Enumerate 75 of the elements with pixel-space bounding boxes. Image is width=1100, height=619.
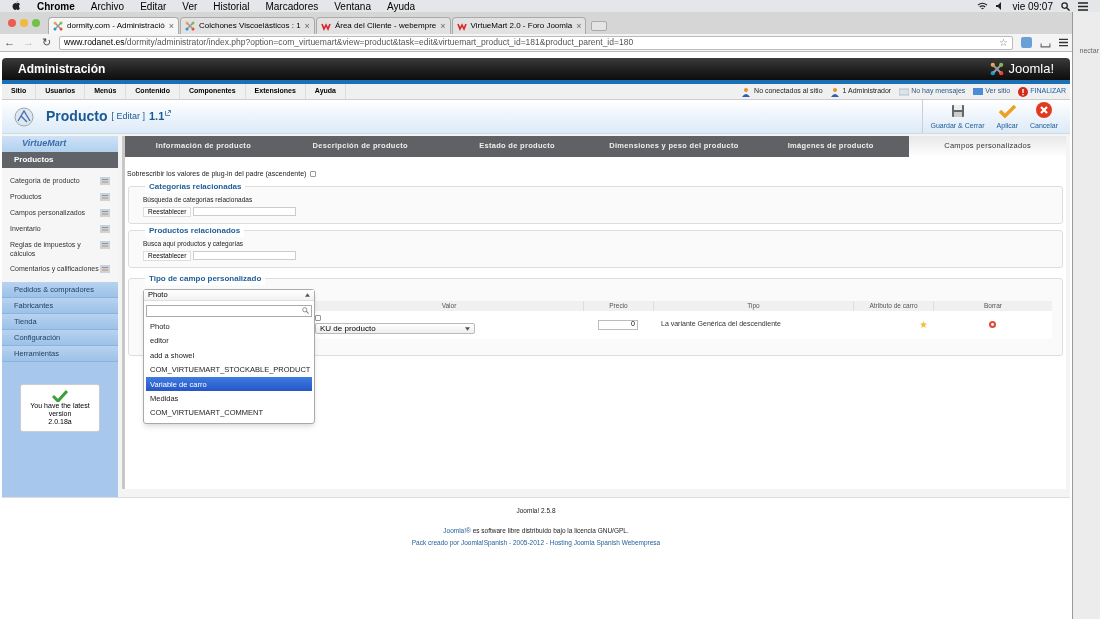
zoom-window-icon[interactable]	[32, 19, 40, 27]
menu-item[interactable]: Marcadores	[265, 0, 319, 14]
checkmark-icon	[998, 103, 1017, 118]
menu-icon[interactable]	[1059, 38, 1068, 47]
close-icon[interactable]: ×	[168, 21, 174, 31]
search-icon	[302, 307, 309, 314]
browser-tab[interactable]: Colchones Viscoelásticos : 1 ×	[179, 17, 315, 34]
product-version: 1.1	[148, 109, 165, 125]
close-icon[interactable]: ×	[576, 21, 582, 31]
menu-item[interactable]: Ventana	[334, 0, 371, 14]
delete-icon[interactable]	[989, 321, 996, 328]
app-menu[interactable]: Chrome	[37, 0, 75, 14]
search-icon[interactable]	[1061, 1, 1070, 11]
browser-tab[interactable]: VirtueMart 2.0 - Foro Joomla ×	[451, 17, 587, 34]
apple-icon	[12, 1, 21, 11]
menu-item[interactable]: Ayuda	[386, 0, 416, 14]
external-link-icon[interactable]	[165, 109, 172, 116]
joomla-logo-icon	[53, 21, 63, 31]
w-logo-icon	[456, 21, 467, 31]
list-icon	[100, 224, 110, 234]
screen-icon	[973, 86, 984, 97]
close-icon[interactable]: ×	[304, 21, 310, 31]
users-icon	[830, 86, 841, 97]
tab-title: Área del Cliente - webempre	[334, 20, 437, 32]
joomla-logo-icon	[184, 21, 195, 31]
dropdown-search-field[interactable]	[146, 304, 312, 317]
list-icon	[100, 264, 110, 274]
extension-icon[interactable]	[1021, 37, 1032, 48]
wifi-icon	[977, 1, 989, 11]
checkmark-icon	[52, 390, 68, 402]
tab-title: Colchones Viscoelásticos : 1	[198, 20, 301, 32]
list-icon	[100, 192, 110, 202]
star-icon[interactable]	[920, 321, 927, 328]
caret-icon	[305, 292, 310, 297]
page-title: Producto	[46, 107, 108, 126]
message-icon	[899, 86, 910, 97]
menu-item[interactable]: Archivo	[90, 0, 125, 14]
edit-label: [ Editar ]	[111, 109, 145, 123]
list-icon	[100, 240, 110, 250]
close-icon	[1036, 101, 1052, 118]
select-value: KU de producto	[320, 322, 377, 335]
value-select[interactable]: KU de producto	[315, 323, 475, 334]
browser-tab[interactable]: Área del Cliente - webempre ×	[315, 17, 451, 34]
new-tab-button[interactable]	[591, 21, 608, 31]
sidebar-section[interactable]: Productos	[2, 152, 118, 168]
star-icon[interactable]: ☆	[999, 36, 1008, 49]
list-icon	[100, 208, 110, 218]
browser-tab[interactable]: dormity.com - Administració ×	[48, 17, 179, 34]
menu-item[interactable]: Historial	[213, 0, 250, 14]
url-text: www.rodanet.es/dormity/administrator/index.php?option=com_virtuemart&view=product&task=edit&virtuemart_product_id=181&product_parent_id=180	[64, 36, 634, 49]
caret-icon	[465, 326, 470, 331]
menu-item[interactable]: Ver	[182, 0, 198, 14]
tab-title: VirtueMart 2.0 - Foro Joomla	[470, 20, 573, 32]
joomla-logo-icon	[990, 62, 1005, 76]
list-icon	[100, 176, 110, 186]
virtuemart-logo: VirtueMart	[22, 137, 67, 151]
users-icon	[742, 86, 753, 97]
joomla-wordmark: Joomla!	[1008, 60, 1054, 79]
address-bar[interactable]: www.rodanet.es/dormity/administrator/index.php?option=com_virtuemart&view=product&task=edit&virtuemart_product_id=181&product_parent_id=180 ☆	[59, 35, 1013, 50]
menu-item[interactable]: Editar	[140, 0, 167, 14]
clock: vie 09:07	[1012, 0, 1053, 14]
search-field[interactable]	[193, 207, 297, 217]
reload-icon[interactable]: ↻	[42, 34, 51, 51]
back-icon[interactable]: ←	[4, 34, 15, 51]
w-logo-icon	[320, 21, 331, 31]
search-field[interactable]	[193, 251, 297, 261]
virtuemart-emblem-icon	[14, 106, 34, 127]
close-icon[interactable]: ×	[440, 21, 446, 31]
close-window-icon[interactable]	[8, 19, 16, 27]
alert-icon	[1018, 86, 1029, 97]
tab-title: dormity.com - Administració	[67, 20, 165, 32]
override-checkbox[interactable]	[310, 171, 317, 178]
minimize-window-icon[interactable]	[20, 19, 28, 27]
list-icon[interactable]	[1078, 1, 1088, 11]
header-title: Administración	[18, 61, 106, 78]
